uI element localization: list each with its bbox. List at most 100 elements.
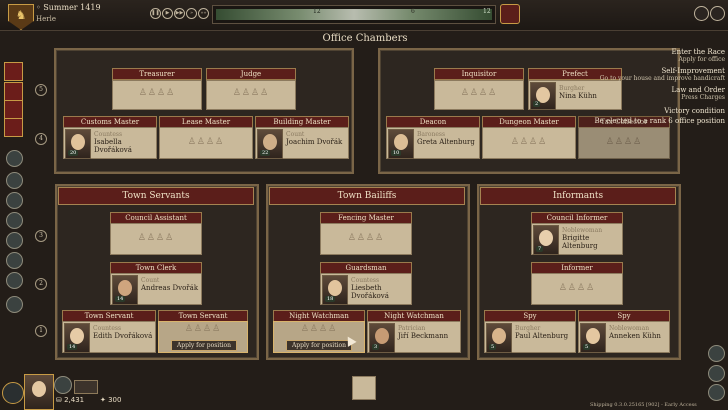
office-slot-informer[interactable]: ♙♙♙♙ xyxy=(531,273,623,305)
level-badge: 3 xyxy=(372,344,380,350)
fastest-icon[interactable]: »» xyxy=(198,8,209,19)
office-slot-treasurer[interactable]: ♙♙♙♙ xyxy=(112,80,202,110)
holder-name: Edith Dvořáková xyxy=(93,332,153,340)
rail-character-2[interactable] xyxy=(6,172,23,189)
avatar: 7 xyxy=(533,225,559,255)
level-badge: 20 xyxy=(68,150,79,156)
avatar: 2 xyxy=(530,82,556,110)
rail-button-family[interactable] xyxy=(4,82,23,101)
side-icon-1[interactable] xyxy=(708,345,725,362)
office-slot-night-watchman-2[interactable]: 3 Patrician Jiří Beckmann xyxy=(367,321,461,353)
building-map-icon[interactable] xyxy=(352,376,376,400)
timeline-tick: 12 xyxy=(313,8,321,15)
journal-book-icon[interactable] xyxy=(500,4,520,24)
rail-character-4[interactable] xyxy=(6,212,23,229)
vacant-seats-icon: ♙♙♙♙ xyxy=(300,324,338,334)
vacant-seats-icon: ♙♙♙♙ xyxy=(137,233,175,243)
rank-label: Noblewoman xyxy=(562,227,603,234)
office-slot-fencing-master[interactable]: ♙♙♙♙ xyxy=(320,223,412,255)
office-slot-town-servant-1[interactable]: 14 Countess Edith Dvořáková xyxy=(62,321,156,353)
rank-label: Count xyxy=(286,131,305,138)
rail-character-3[interactable] xyxy=(6,192,23,209)
holder-name: Andreas Dvořák xyxy=(141,284,199,292)
office-slot-inquisitor[interactable]: ♙♙♙♙ xyxy=(434,80,524,110)
menu-icon[interactable] xyxy=(710,6,725,21)
vacant-seats-icon: ♙♙♙♙ xyxy=(510,137,548,147)
notification-icon[interactable] xyxy=(694,6,709,21)
office-slot-tax-collector[interactable]: ♙♙♙♙ xyxy=(578,127,670,159)
rail-character-1[interactable] xyxy=(6,150,23,167)
office-slot-town-clerk[interactable]: 14 Count Andreas Dvořák xyxy=(110,273,202,305)
vacant-seats-icon: ♙♙♙♙ xyxy=(184,324,222,334)
rail-button-house[interactable] xyxy=(4,62,23,81)
play-icon[interactable]: ▶ xyxy=(162,8,173,19)
rank-label: Burgher xyxy=(515,325,541,332)
row-number-1: 1 xyxy=(35,325,47,337)
office-slot-council-assistant[interactable]: ♙♙♙♙ xyxy=(110,223,202,255)
office-slot-dungeon-master[interactable]: ♙♙♙♙ xyxy=(482,127,576,159)
objective-title: Self-Improvement xyxy=(661,67,725,75)
office-title: Treasurer xyxy=(112,68,202,80)
rank-label: Noblewoman xyxy=(609,325,650,332)
rail-button-workshop[interactable] xyxy=(4,100,23,119)
objective-title: Be elected to a rank 6 office position xyxy=(594,117,725,125)
level-badge: 18 xyxy=(325,296,336,302)
rail-character-8[interactable] xyxy=(6,296,23,313)
vacant-seats-icon: ♙♙♙♙ xyxy=(347,233,385,243)
side-icon-2[interactable] xyxy=(708,365,725,382)
section-title: Town Servants xyxy=(58,187,254,205)
player-avatar[interactable] xyxy=(24,374,54,410)
apply-for-position-button[interactable]: Apply for position xyxy=(286,340,352,351)
objective-subtitle: Go to your house and improve handicraft xyxy=(599,75,725,82)
row-number-3: 3 xyxy=(35,230,47,242)
fast-forward-icon[interactable]: ▶▶ xyxy=(174,8,185,19)
rail-button-council[interactable] xyxy=(4,118,23,137)
objectives-panel: Enter the Race Apply for office Self-Imp… xyxy=(590,48,725,125)
holder-name: Liesbeth Dvořáková xyxy=(351,284,389,300)
row-number-4: 4 xyxy=(35,133,47,145)
timeline-tick: 6 xyxy=(411,8,415,15)
row-number-2: 2 xyxy=(35,278,47,290)
level-badge: 10 xyxy=(391,150,402,156)
office-slot-customs-master[interactable]: 20 Countess Isabella Dvořáková xyxy=(63,127,157,159)
reputation-label: ✦ 300 xyxy=(100,396,122,404)
objective-title: Enter the Race xyxy=(671,48,725,56)
office-slot-spy-1[interactable]: 5 Burgher Paul Altenburg xyxy=(484,321,576,353)
rank-label: Count xyxy=(141,277,160,284)
holder-name: Greta Altenburg xyxy=(417,138,475,146)
rank-label: Baroness xyxy=(417,131,446,138)
level-badge: 14 xyxy=(67,344,78,350)
season-label: ◦ Summer 1419 xyxy=(36,3,101,12)
office-slot-town-servant-2[interactable]: ♙♙♙♙ Apply for position xyxy=(158,321,248,353)
moon-phase-icon xyxy=(2,382,24,404)
holder-name: Brigitte Altenburg xyxy=(562,234,598,250)
rail-character-7[interactable] xyxy=(6,272,23,289)
avatar: 3 xyxy=(369,323,395,353)
time-of-day-bar: 12 6 12 xyxy=(212,5,496,24)
money-label: ⛁ 2,431 xyxy=(56,396,85,404)
office-slot-council-informer[interactable]: 7 Noblewoman Brigitte Altenburg xyxy=(531,223,623,255)
office-slot-spy-2[interactable]: 5 Noblewoman Anneken Kühn xyxy=(578,321,670,353)
mail-icon[interactable] xyxy=(74,380,98,394)
avatar: 14 xyxy=(112,275,138,305)
level-badge: 22 xyxy=(260,150,271,156)
page-title: Office Chambers xyxy=(322,33,408,44)
pause-icon[interactable]: ❚❚ xyxy=(150,8,161,19)
vacant-seats-icon: ♙♙♙♙ xyxy=(187,137,225,147)
vacant-seats-icon: ♙♙♙♙ xyxy=(232,88,270,98)
office-slot-judge[interactable]: ♙♙♙♙ xyxy=(206,80,296,110)
rail-character-5[interactable] xyxy=(6,232,23,249)
version-label: Shipping 0.3.0.25165 [902] - Early Acces… xyxy=(590,402,697,408)
avatar: 5 xyxy=(580,323,606,353)
side-icon-3[interactable] xyxy=(708,384,725,401)
faster-icon[interactable]: » xyxy=(186,8,197,19)
office-slot-deacon[interactable]: 10 Baroness Greta Altenburg xyxy=(386,127,480,159)
spouse-icon[interactable] xyxy=(54,376,72,394)
office-title: Inquisitor xyxy=(434,68,524,80)
rail-character-6[interactable] xyxy=(6,252,23,269)
apply-for-position-button[interactable]: Apply for position xyxy=(171,340,237,351)
section-title: Town Bailiffs xyxy=(269,187,465,205)
office-slot-guardsman[interactable]: 18 Countess Liesbeth Dvořáková xyxy=(320,273,412,305)
office-slot-building-master[interactable]: 22 Count Joachim Dvořák xyxy=(255,127,349,159)
office-slot-lease-master[interactable]: ♙♙♙♙ xyxy=(159,127,253,159)
